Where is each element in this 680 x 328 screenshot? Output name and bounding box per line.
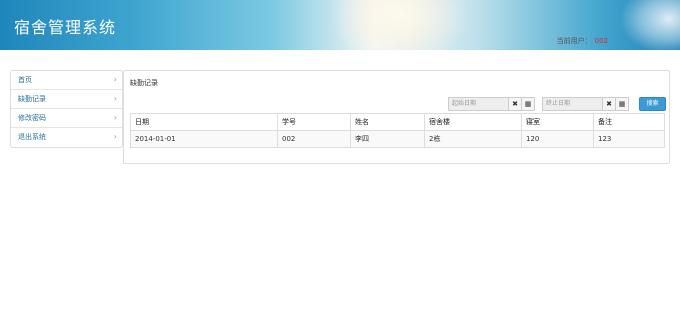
sidebar-item-label: 修改密码 <box>18 114 46 122</box>
end-date-input[interactable]: 终止日期 <box>542 97 603 111</box>
sidebar-item-change-password[interactable]: 修改密码 › <box>11 109 122 128</box>
header-banner: 宿舍管理系统 当前用户： 002 <box>0 0 680 50</box>
chevron-right-icon: › <box>113 132 117 141</box>
absence-table: 日期 学号 姓名 宿舍楼 寝室 备注 2014-01-01 002 李四 2栋 … <box>130 113 665 148</box>
sidebar-item-home[interactable]: 首页 › <box>11 71 122 90</box>
column-header: 备注 <box>593 113 665 131</box>
table-cell: 2栋 <box>424 130 522 148</box>
start-date-picker: 起始日期 ✖ ▦ <box>448 97 535 111</box>
start-date-input[interactable]: 起始日期 <box>448 97 509 111</box>
sidebar-item-label: 退出系统 <box>18 133 46 141</box>
table-cell: 2014-01-01 <box>130 130 278 148</box>
column-header: 姓名 <box>350 113 425 131</box>
clear-icon[interactable]: ✖ <box>508 97 522 111</box>
absence-records-panel: 缺勤记录 起始日期 ✖ ▦ 终止日期 ✖ ▦ 搜索 日期 学号 姓名 宿舍楼 寝… <box>123 70 670 164</box>
calendar-icon[interactable]: ▦ <box>615 97 629 111</box>
sidebar-item-label: 缺勤记录 <box>18 95 46 103</box>
banner-splash-decoration <box>620 0 680 50</box>
column-header: 寝室 <box>521 113 594 131</box>
current-user-value: 002 <box>594 37 608 45</box>
column-header: 日期 <box>130 113 278 131</box>
current-user: 当前用户： 002 <box>557 36 608 46</box>
app-title: 宿舍管理系统 <box>14 18 117 37</box>
sidebar-nav: 首页 › 缺勤记录 › 修改密码 › 退出系统 › <box>10 70 123 148</box>
panel-title: 缺勤记录 <box>130 79 158 87</box>
table-row: 2014-01-01 002 李四 2栋 120 123 <box>130 130 665 148</box>
table-cell: 123 <box>593 130 665 148</box>
current-user-label: 当前用户： <box>556 37 592 45</box>
table-cell: 李四 <box>350 130 425 148</box>
end-date-picker: 终止日期 ✖ ▦ <box>542 97 629 111</box>
column-header: 学号 <box>277 113 351 131</box>
chevron-right-icon: › <box>113 113 117 122</box>
search-button[interactable]: 搜索 <box>639 97 666 111</box>
table-cell: 002 <box>277 130 351 148</box>
table-cell: 120 <box>521 130 594 148</box>
clear-icon[interactable]: ✖ <box>602 97 616 111</box>
banner-decoration <box>330 0 470 50</box>
column-header: 宿舍楼 <box>424 113 522 131</box>
calendar-icon[interactable]: ▦ <box>521 97 535 111</box>
chevron-right-icon: › <box>113 75 117 84</box>
table-header-row: 日期 学号 姓名 宿舍楼 寝室 备注 <box>130 113 665 131</box>
sidebar-item-logout[interactable]: 退出系统 › <box>11 128 122 147</box>
chevron-right-icon: › <box>113 94 117 103</box>
sidebar-item-absence-records[interactable]: 缺勤记录 › <box>11 90 122 109</box>
sidebar-item-label: 首页 <box>18 76 32 84</box>
